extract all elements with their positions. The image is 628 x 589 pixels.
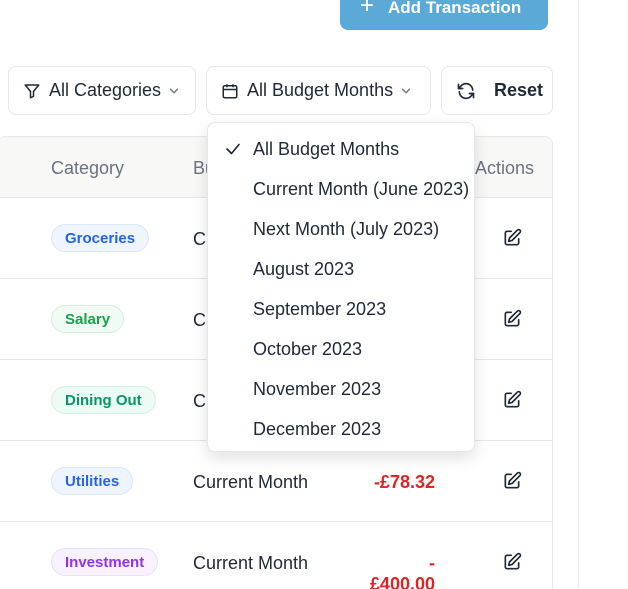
- budget-month-dropdown: All Budget Months Current Month (June 20…: [207, 122, 475, 452]
- category-badge: Utilities: [51, 467, 134, 495]
- amount-cell: -£78.32: [373, 472, 435, 492]
- table-row: Investment Current Month -£400.00: [0, 522, 552, 589]
- category-filter[interactable]: All Categories: [8, 66, 196, 115]
- dropdown-option-label: November 2023: [253, 378, 382, 399]
- dropdown-option-label: Next Month (July 2023): [253, 218, 440, 239]
- edit-icon[interactable]: [502, 552, 522, 572]
- panel-divider: [578, 0, 579, 589]
- calendar-icon: [222, 83, 238, 98]
- edit-icon[interactable]: [502, 471, 522, 491]
- amount-cell: -£400.00: [369, 553, 435, 589]
- dropdown-option-current-month[interactable]: Current Month (June 2023): [208, 169, 474, 209]
- dropdown-option-all[interactable]: All Budget Months: [208, 129, 474, 169]
- budget-month-filter[interactable]: All Budget Months: [206, 66, 431, 115]
- filter-icon: [24, 83, 40, 98]
- plus-icon: +: [360, 0, 375, 19]
- category-badge: Dining Out: [51, 386, 156, 414]
- reset-button[interactable]: Reset: [441, 66, 553, 115]
- budget-month-filter-label: All Budget Months: [247, 80, 394, 100]
- add-transaction-label: Add Transaction: [388, 0, 522, 17]
- edit-icon[interactable]: [502, 228, 522, 248]
- dropdown-option-label: December 2023: [253, 418, 382, 439]
- add-transaction-button[interactable]: + Add Transaction: [340, 0, 548, 30]
- dropdown-option-december[interactable]: December 2023: [208, 409, 474, 449]
- dropdown-option-label: October 2023: [253, 338, 363, 359]
- refresh-icon: [457, 82, 475, 99]
- category-filter-label: All Categories: [49, 80, 162, 100]
- edit-icon[interactable]: [502, 309, 522, 329]
- table-row: Utilities Current Month -£78.32: [0, 441, 552, 522]
- category-badge: Groceries: [51, 224, 150, 252]
- dropdown-option-november[interactable]: November 2023: [208, 369, 474, 409]
- check-icon: [226, 143, 240, 155]
- budget-cell: Current Month: [193, 553, 309, 573]
- dropdown-option-label: September 2023: [253, 298, 387, 319]
- dropdown-option-label: Current Month (June 2023): [253, 178, 470, 199]
- category-badge: Investment: [51, 548, 159, 576]
- chevron-down-icon: [169, 88, 179, 94]
- edit-icon[interactable]: [502, 390, 522, 410]
- dropdown-option-october[interactable]: October 2023: [208, 329, 474, 369]
- dropdown-option-label: August 2023: [253, 258, 355, 279]
- category-badge: Salary: [51, 305, 125, 333]
- reset-label: Reset: [494, 80, 544, 100]
- budget-cell: Current Month: [193, 472, 309, 492]
- chevron-down-icon: [401, 88, 411, 94]
- dropdown-option-september[interactable]: September 2023: [208, 289, 474, 329]
- dropdown-option-label: All Budget Months: [253, 138, 400, 159]
- column-header-category[interactable]: Category: [51, 158, 124, 179]
- dropdown-option-next-month[interactable]: Next Month (July 2023): [208, 209, 474, 249]
- dropdown-option-august[interactable]: August 2023: [208, 249, 474, 289]
- column-header-actions: Actions: [475, 158, 535, 178]
